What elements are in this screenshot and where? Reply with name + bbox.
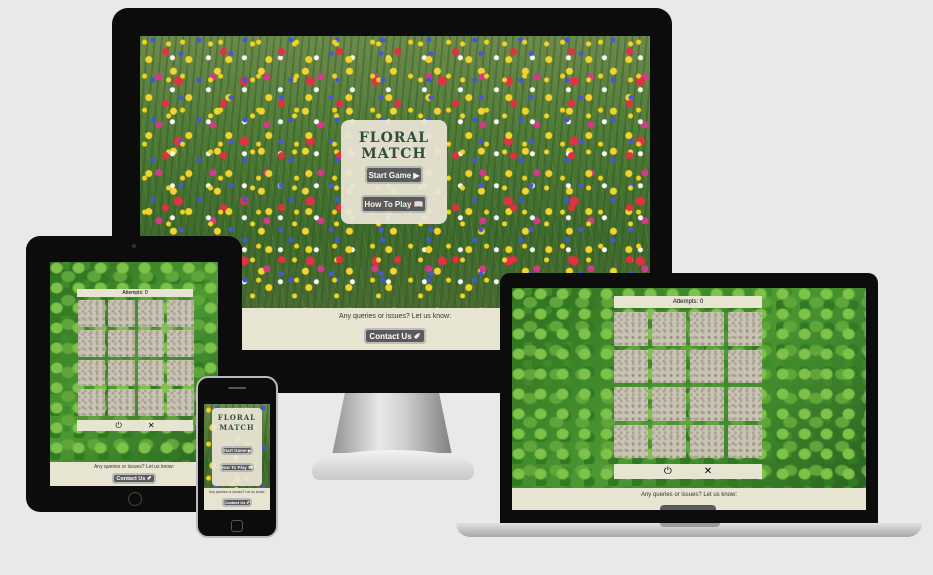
card-tile[interactable] (728, 312, 762, 346)
laptop-attempts-label: Attempts: 0 (672, 299, 704, 305)
card-tile[interactable] (78, 389, 105, 416)
laptop-grid (614, 312, 762, 458)
tablet-grid (78, 300, 194, 416)
phone-footer-text: Any queries or issues? Let us know: (208, 490, 266, 494)
laptop-footer-text: Any queries or issues? Let us know: (640, 492, 738, 498)
game-title: FLORAL MATCH (358, 130, 430, 162)
phone-screen: FLORAL MATCH Start Game ▶ How To Play 📖 (204, 404, 270, 488)
laptop-controls-bar: ⏻ ✕ (614, 464, 762, 479)
card-tile[interactable] (690, 349, 724, 383)
start-game-button[interactable]: Start Game ▶ (365, 166, 423, 184)
card-tile[interactable] (690, 312, 724, 346)
phone-speaker (228, 387, 246, 389)
close-icon[interactable]: ✕ (148, 421, 155, 430)
card-tile[interactable] (107, 300, 135, 327)
phone-home-button[interactable] (231, 520, 243, 532)
card-tile[interactable] (78, 359, 105, 387)
phone-title-line1: FLORAL (217, 413, 257, 422)
tablet-attempts-bar: Attempts: 0 (77, 289, 193, 297)
card-tile[interactable] (167, 300, 194, 327)
phone-start-card: FLORAL MATCH Start Game ▶ How To Play 📖 (212, 408, 262, 486)
tablet-home-button[interactable] (128, 492, 142, 506)
phone-howto-button[interactable]: How To Play 📖 (220, 463, 254, 472)
card-tile[interactable] (652, 424, 686, 458)
card-tile[interactable] (137, 389, 165, 416)
tablet-screen: Attempts: 0 ⏻ ✕ (50, 262, 218, 462)
card-tile[interactable] (137, 329, 165, 357)
laptop-lid: Attempts: 0 ⏻ ✕ Any queries or issues? L… (500, 273, 878, 523)
start-card: FLORAL MATCH Start Game ▶ How To Play 📖 (341, 120, 447, 224)
card-tile[interactable] (137, 300, 165, 327)
card-tile[interactable] (614, 312, 648, 346)
card-tile[interactable] (167, 359, 194, 387)
tablet-attempts-label: Attempts: 0 (122, 290, 148, 296)
card-tile[interactable] (690, 387, 724, 421)
phone-title-line2: MATCH (219, 423, 255, 432)
card-tile[interactable] (614, 387, 648, 421)
card-tile[interactable] (614, 349, 648, 383)
card-tile[interactable] (652, 312, 686, 346)
phone-contact-button[interactable]: Contact Us ✐ (222, 498, 252, 507)
card-tile[interactable] (652, 349, 686, 383)
laptop-notch (660, 523, 720, 527)
card-tile[interactable] (78, 300, 105, 327)
contact-us-button[interactable]: Contact Us ✐ (364, 328, 426, 344)
card-tile[interactable] (652, 387, 686, 421)
card-tile[interactable] (728, 387, 762, 421)
card-tile[interactable] (614, 424, 648, 458)
card-tile[interactable] (728, 349, 762, 383)
power-icon[interactable]: ⏻ (115, 421, 121, 431)
tablet-contact-button[interactable]: Contact Us ✐ (112, 473, 156, 484)
phone-start-button[interactable]: Start Game ▶ (221, 446, 253, 455)
card-tile[interactable] (728, 424, 762, 458)
tablet-footer: Any queries or issues? Let us know: Cont… (50, 462, 218, 486)
card-tile[interactable] (167, 389, 194, 416)
phone: FLORAL MATCH Start Game ▶ How To Play 📖 … (196, 376, 278, 538)
phone-footer: Any queries or issues? Let us know: Cont… (204, 488, 270, 510)
power-icon[interactable]: ⏻ (664, 466, 672, 477)
laptop-contact-button-partial[interactable] (660, 505, 716, 510)
laptop-screen: Attempts: 0 ⏻ ✕ (512, 288, 866, 488)
card-tile[interactable] (137, 359, 165, 387)
card-tile[interactable] (107, 389, 135, 416)
tablet-camera (132, 244, 136, 248)
laptop-attempts-bar: Attempts: 0 (614, 296, 762, 308)
card-tile[interactable] (78, 329, 105, 357)
card-tile[interactable] (690, 424, 724, 458)
how-to-play-button[interactable]: How To Play 📖 (361, 195, 427, 213)
laptop-footer: Any queries or issues? Let us know: (512, 488, 866, 510)
card-tile[interactable] (167, 329, 194, 357)
tablet-footer-text: Any queries or issues? Let us know: (93, 464, 175, 470)
desktop-stand (332, 393, 452, 453)
desktop-stand-base (312, 450, 474, 480)
tablet-controls-bar: ⏻ ✕ (77, 420, 193, 431)
card-tile[interactable] (107, 329, 135, 357)
card-tile[interactable] (107, 359, 135, 387)
close-icon[interactable]: ✕ (704, 466, 712, 477)
